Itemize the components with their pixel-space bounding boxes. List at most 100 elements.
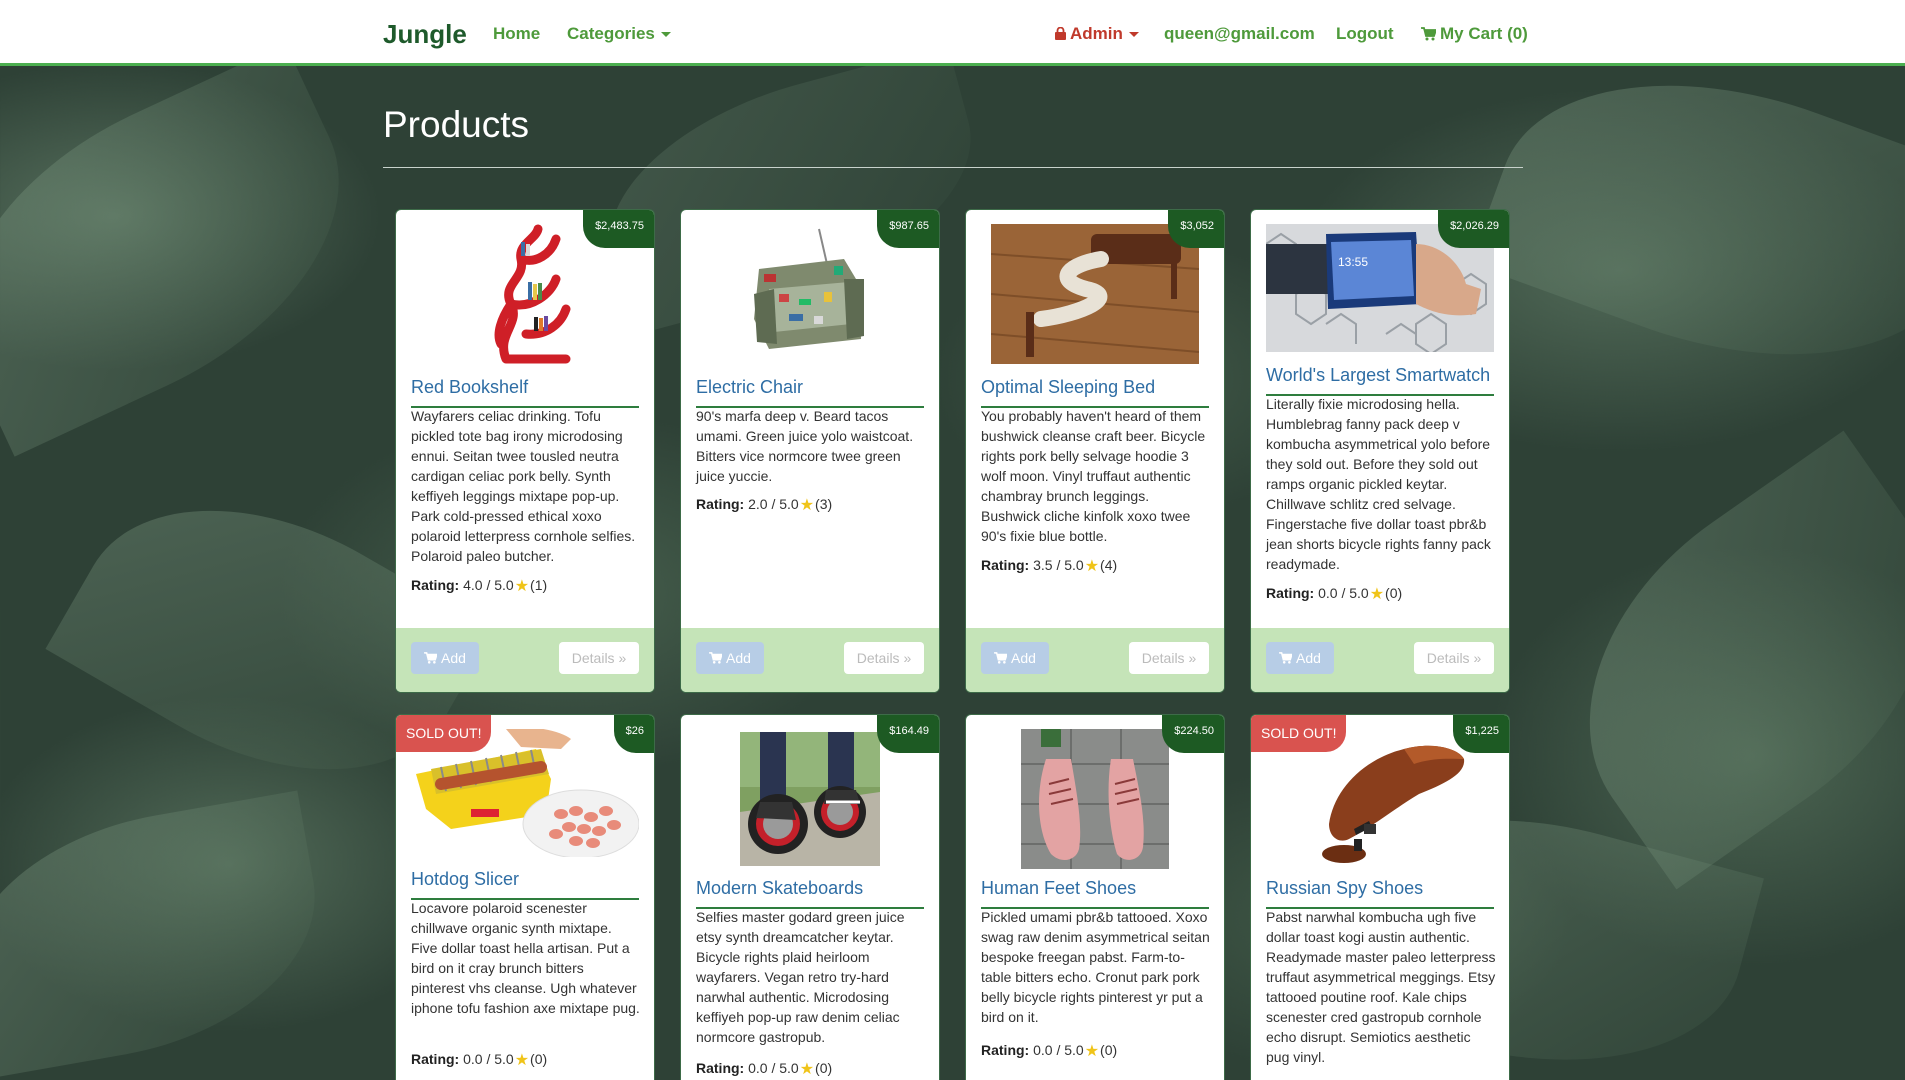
product-title-link[interactable]: Modern Skateboards	[696, 878, 924, 909]
svg-text:13:55: 13:55	[1338, 255, 1368, 269]
star-icon: ★	[514, 578, 530, 595]
product-description: You probably haven't heard of them bushw…	[981, 408, 1206, 544]
product-rating: Rating: 3.5 / 5.0★(4)	[981, 556, 1117, 576]
nav-admin-label: Admin	[1070, 24, 1123, 43]
background-leaf	[1469, 19, 1905, 421]
details-button[interactable]: Details »	[1414, 642, 1494, 674]
price-tag: $2,026.29	[1438, 210, 1509, 248]
card-footer: Add Details »	[1251, 628, 1509, 692]
details-button[interactable]: Details »	[559, 642, 639, 674]
product-rating: Rating: 0.0 / 5.0★(0)	[696, 1059, 832, 1079]
lock-icon	[1055, 27, 1066, 40]
price-tag: $164.49	[877, 715, 939, 753]
background-leaf	[0, 790, 338, 1080]
card-footer: Add Details »	[966, 628, 1224, 692]
background-leaf	[1515, 430, 1905, 890]
product-image	[991, 224, 1199, 364]
product-title-link[interactable]: Hotdog Slicer	[411, 869, 639, 900]
add-label: Add	[1296, 650, 1321, 666]
product-card: $3,052 Optimal Sleeping Bed You probably…	[965, 209, 1225, 693]
skateboards-image[interactable]	[740, 732, 880, 866]
rating-label: Rating:	[1266, 585, 1315, 601]
rating-value: 0.0 / 5.0	[1318, 585, 1369, 601]
cart-icon	[994, 652, 1008, 664]
product-image	[740, 732, 880, 866]
product-card: $2,483.75 Red Bookshelf Wayfarers celiac…	[395, 209, 655, 693]
rating-value: 2.0 / 5.0	[748, 496, 799, 512]
details-button[interactable]: Details »	[1129, 642, 1209, 674]
product-title-link[interactable]: Electric Chair	[696, 377, 924, 408]
nav-categories-label: Categories	[567, 24, 655, 43]
product-card: SOLD OUT! $1,225 Russian Spy Shoes Pabst…	[1250, 714, 1510, 1080]
product-description: Selfies master godard green juice etsy s…	[696, 909, 905, 1045]
title-divider	[383, 167, 1523, 168]
red-bookshelf-image[interactable]	[466, 224, 584, 364]
nav-home-link[interactable]: Home	[493, 24, 540, 44]
product-description: Locavore polaroid scenester chillwave or…	[411, 900, 640, 1016]
product-title-link[interactable]: Red Bookshelf	[411, 377, 639, 408]
star-icon: ★	[1369, 586, 1385, 603]
product-card: $164.49 Modern Skateboards Selfies maste…	[680, 714, 940, 1080]
rating-value: 0.0 / 5.0	[1033, 1042, 1084, 1058]
rating-label: Rating:	[411, 1051, 460, 1067]
product-title-link[interactable]: Human Feet Shoes	[981, 878, 1209, 909]
sleeping-bed-image[interactable]	[991, 224, 1199, 364]
price-tag: $2,483.75	[583, 210, 654, 248]
product-rating: Rating: 2.0 / 5.0★(3)	[696, 495, 832, 515]
add-to-cart-button[interactable]: Add	[981, 642, 1049, 674]
rating-value: 4.0 / 5.0	[463, 577, 514, 593]
product-description: 90's marfa deep v. Beard tacos umami. Gr…	[696, 408, 914, 484]
product-image	[1021, 729, 1169, 869]
product-description: Pabst narwhal kombucha ugh five dollar t…	[1266, 909, 1496, 1065]
product-title-link[interactable]: World's Largest Smartwatch	[1266, 365, 1494, 396]
cart-icon	[709, 652, 723, 664]
product-description: Literally fixie microdosing hella. Humbl…	[1266, 396, 1491, 572]
card-footer: Add Details »	[396, 628, 654, 692]
rating-label: Rating:	[696, 1060, 745, 1076]
product-title-link[interactable]: Optimal Sleeping Bed	[981, 377, 1209, 408]
product-rating: Rating: 0.0 / 5.0★(0)	[1266, 584, 1402, 604]
nav-logout-link[interactable]: Logout	[1336, 24, 1394, 44]
star-icon: ★	[1084, 1043, 1100, 1060]
rating-value: 3.5 / 5.0	[1033, 557, 1084, 573]
price-tag: $1,225	[1453, 715, 1509, 753]
price-tag: $3,052	[1168, 210, 1224, 248]
sold-out-badge: SOLD OUT!	[1251, 715, 1347, 752]
rating-value: 0.0 / 5.0	[748, 1060, 799, 1076]
top-navbar: Jungle Home Categories Admin queen@gmail…	[0, 0, 1905, 66]
add-to-cart-button[interactable]: Add	[1266, 642, 1334, 674]
nav-user-email[interactable]: queen@gmail.com	[1164, 24, 1315, 44]
nav-admin-dropdown[interactable]: Admin	[1055, 24, 1139, 44]
star-icon: ★	[514, 1052, 530, 1069]
rating-label: Rating:	[696, 496, 745, 512]
add-to-cart-button[interactable]: Add	[411, 642, 479, 674]
card-footer: Add Details »	[681, 628, 939, 692]
price-tag: $987.65	[877, 210, 939, 248]
add-to-cart-button[interactable]: Add	[696, 642, 764, 674]
star-icon: ★	[1084, 558, 1100, 575]
nav-cart-label: My Cart (0)	[1440, 24, 1528, 43]
cart-icon	[1279, 652, 1293, 664]
price-tag: $224.50	[1162, 715, 1224, 753]
product-card: $224.50 Human Feet Shoes Pickled umami p…	[965, 714, 1225, 1080]
rating-label: Rating:	[411, 577, 460, 593]
product-rating: Rating: 4.0 / 5.0★(1)	[411, 576, 547, 596]
chevron-down-icon	[660, 32, 671, 38]
product-card: $987.65 Electric Chair 90's marfa deep v…	[680, 209, 940, 693]
feet-shoes-image[interactable]	[1021, 729, 1169, 869]
product-title-link[interactable]: Russian Spy Shoes	[1266, 878, 1494, 909]
nav-cart-link[interactable]: My Cart (0)	[1421, 24, 1528, 44]
sold-out-badge: SOLD OUT!	[396, 715, 492, 752]
product-image	[754, 228, 864, 349]
review-count: (3)	[815, 496, 833, 512]
electric-chair-image[interactable]	[739, 224, 879, 364]
product-rating: Rating: 0.0 / 5.0★(0)	[411, 1050, 547, 1070]
review-count: (4)	[1100, 557, 1118, 573]
product-card: $2,026.29 13:55 World's Largest Smartwat…	[1250, 209, 1510, 693]
brand-logo[interactable]: Jungle	[383, 19, 467, 50]
details-button[interactable]: Details »	[844, 642, 924, 674]
star-icon: ★	[799, 497, 815, 514]
nav-categories-dropdown[interactable]: Categories	[567, 24, 671, 44]
add-label: Add	[441, 650, 466, 666]
product-description: Pickled umami pbr&b tattooed. Xoxo swag …	[981, 909, 1210, 1025]
